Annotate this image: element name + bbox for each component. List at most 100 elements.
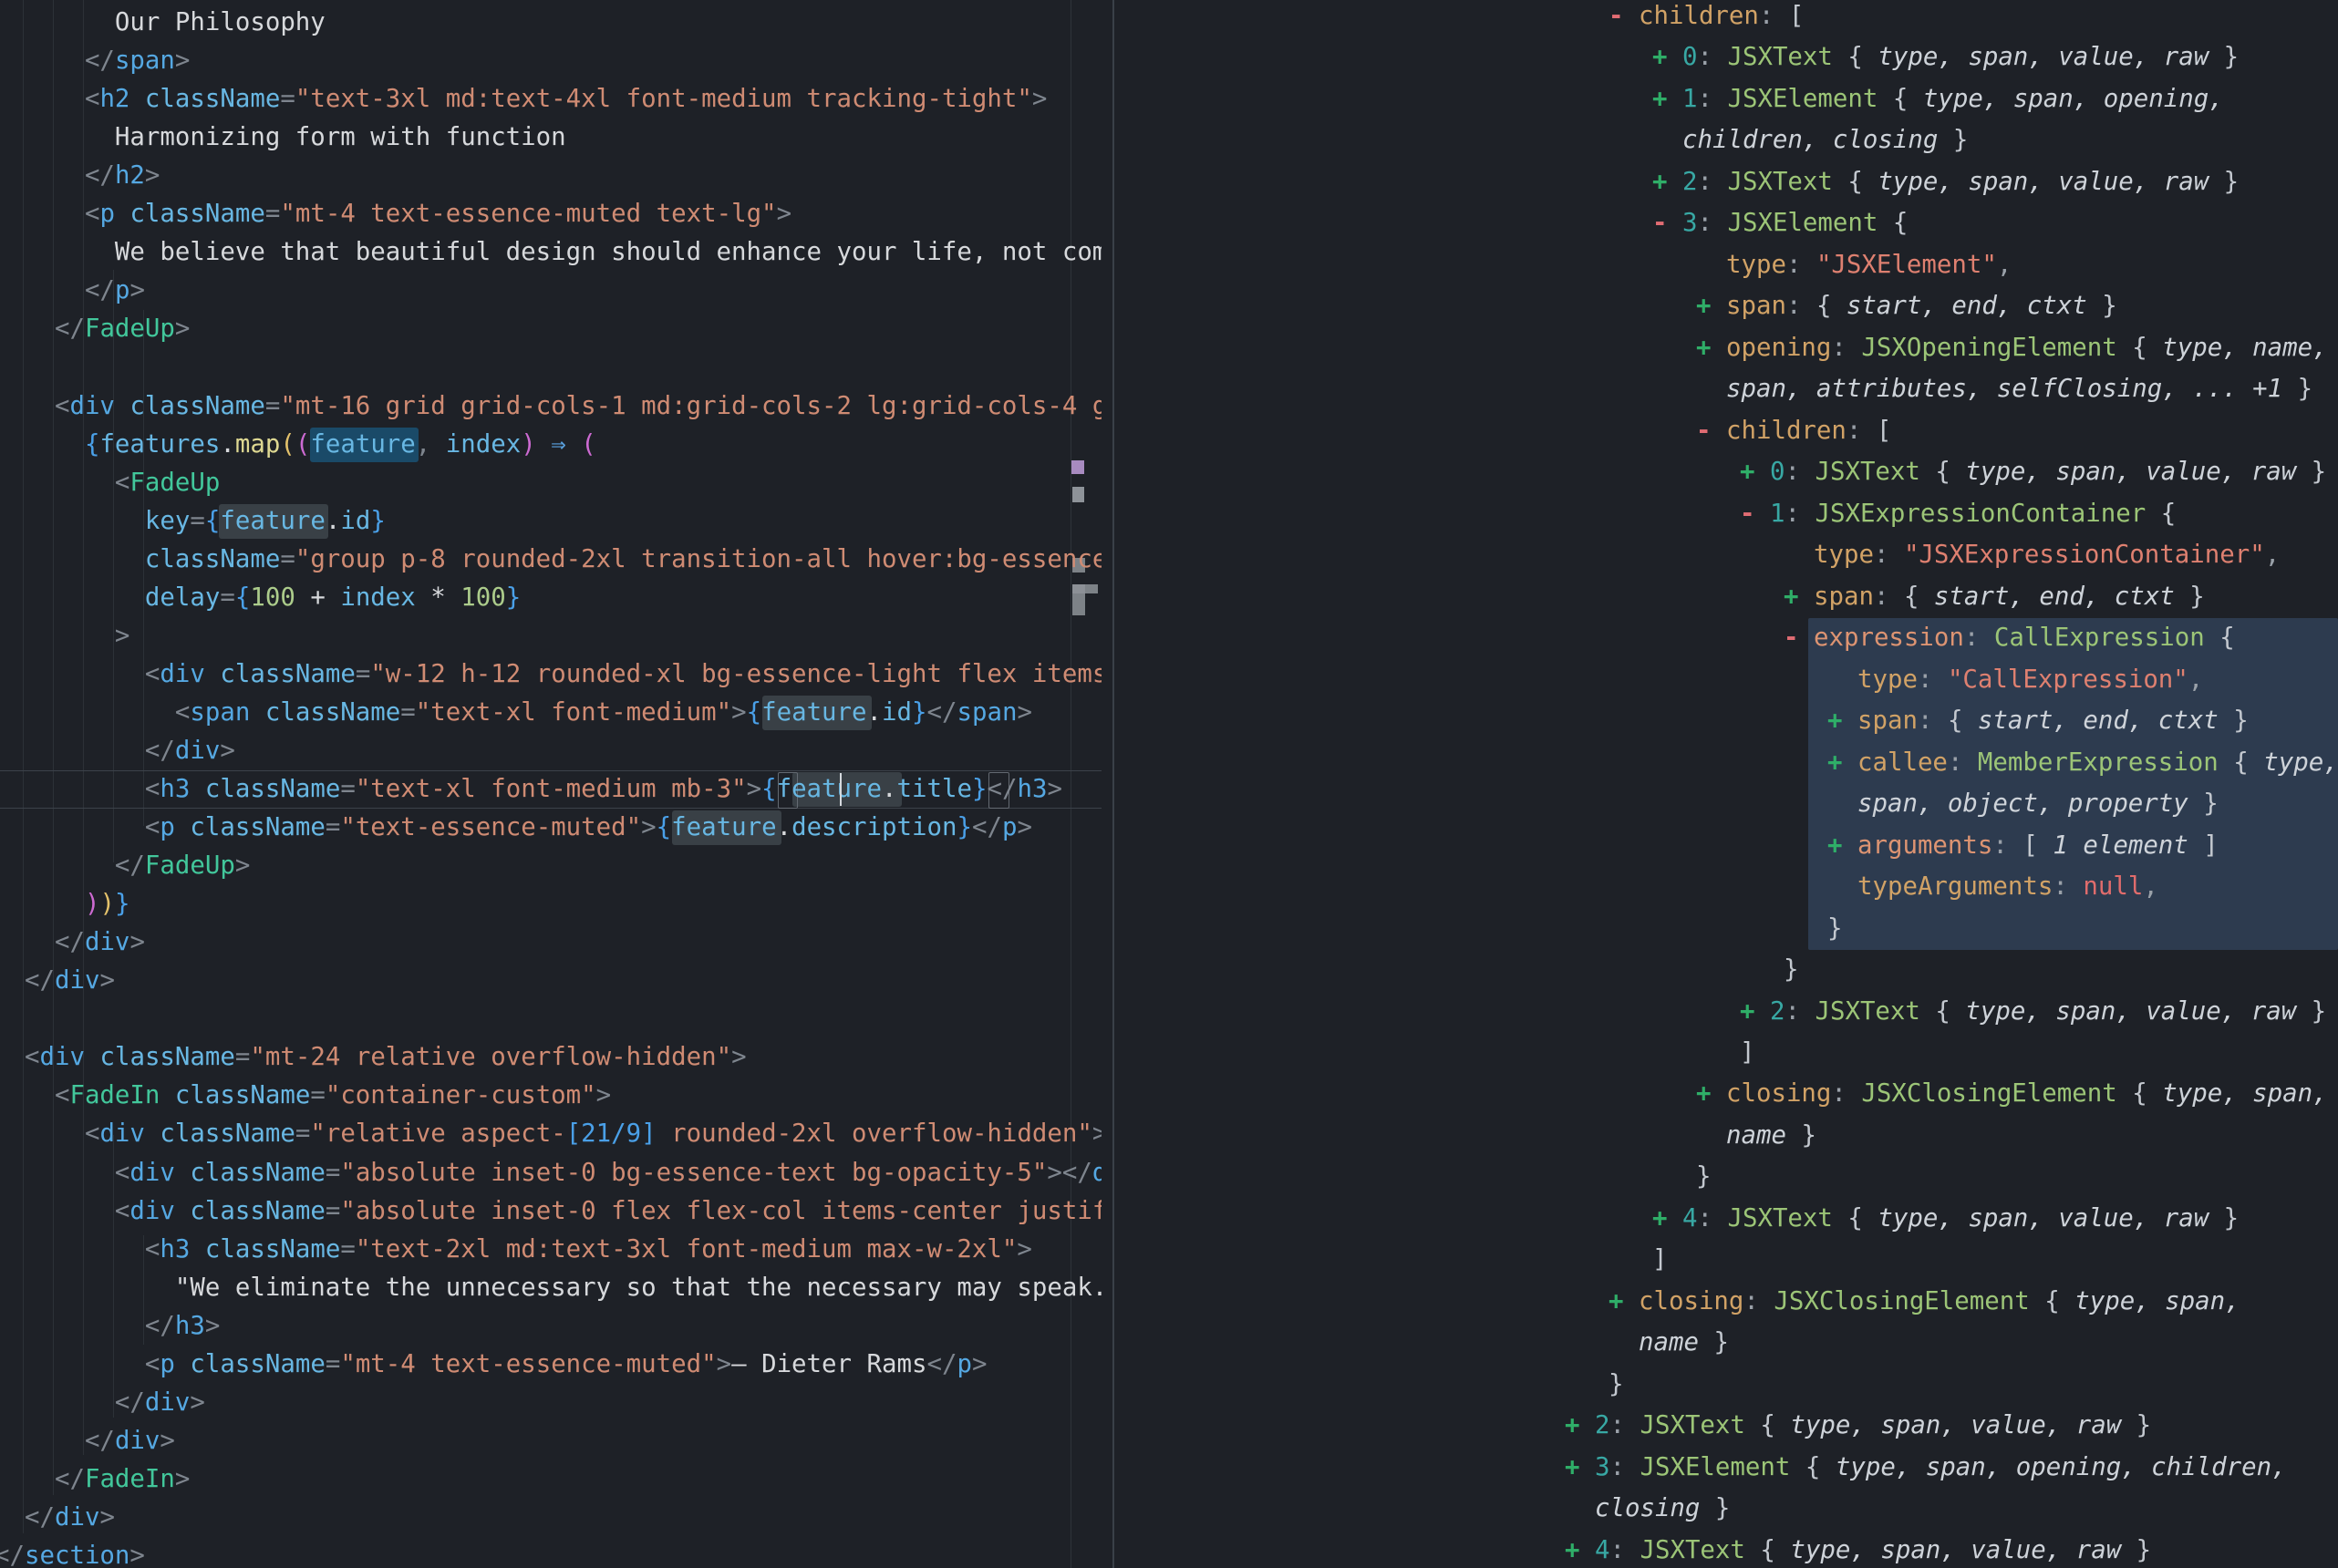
ast-line[interactable]: } [1696, 1156, 1712, 1198]
expand-toggle-icon[interactable]: + [1827, 707, 1857, 735]
ast-line[interactable]: + 0: JSXText { type, span, value, raw } [1740, 451, 2326, 493]
code-line[interactable]: delay={100 + index * 100} [0, 579, 521, 617]
ast-line[interactable]: + opening: JSXOpeningElement { type, nam… [1696, 327, 2328, 369]
code-line[interactable]: <h3 className="text-xl font-medium mb-3"… [0, 770, 1062, 809]
expand-toggle-icon[interactable]: + [1827, 748, 1857, 777]
ast-line[interactable]: span, attributes, selfClosing, ... +1 } [1696, 368, 2312, 410]
code-line[interactable]: </div> [0, 923, 145, 962]
code-line[interactable]: </span> [0, 42, 190, 80]
ast-line[interactable]: children, closing } [1652, 119, 1968, 161]
code-line[interactable]: "We eliminate the unnecessary so that th… [0, 1269, 1102, 1307]
expand-toggle-icon[interactable]: + [1696, 292, 1726, 320]
ast-line[interactable]: - expression: CallExpression { [1784, 617, 2235, 659]
expand-toggle-icon[interactable]: + [1652, 85, 1682, 113]
ast-line[interactable]: + arguments: [ 1 element ] [1827, 825, 2219, 867]
expand-toggle-icon[interactable]: + [1652, 168, 1682, 196]
code-line[interactable]: className="group p-8 rounded-2xl transit… [0, 541, 1102, 579]
expand-toggle-icon[interactable]: + [1565, 1536, 1595, 1564]
ast-line[interactable]: + span: { start, end, ctxt } [1784, 576, 2205, 618]
expand-toggle-icon[interactable]: + [1652, 1204, 1682, 1233]
expand-toggle-icon[interactable]: + [1827, 831, 1857, 860]
ast-line[interactable]: + callee: MemberExpression { type, [1827, 742, 2338, 784]
expand-toggle-icon[interactable]: + [1696, 1079, 1726, 1108]
ast-pane[interactable]: - children: [+ 0: JSXText { type, span, … [1114, 0, 2338, 1568]
code-line[interactable]: Our Philosophy [0, 4, 326, 42]
expand-toggle-icon[interactable]: + [1652, 43, 1682, 71]
expand-toggle-icon[interactable]: + [1565, 1453, 1595, 1481]
expand-toggle-icon[interactable]: + [1784, 583, 1814, 611]
ast-line[interactable]: } [1609, 1364, 1624, 1406]
ast-line[interactable]: + 1: JSXElement { type, span, opening, [1652, 78, 2224, 120]
scrollbar-thumb[interactable] [1072, 584, 1085, 615]
collapse-toggle-icon[interactable]: - [1740, 500, 1770, 528]
code-line[interactable]: <span className="text-xl font-medium">{f… [0, 694, 1032, 732]
ast-line[interactable]: + 2: JSXText { type, span, value, raw } [1740, 991, 2326, 1033]
ast-line[interactable]: ] [1652, 1239, 1668, 1281]
code-line[interactable]: <FadeIn className="container-custom"> [0, 1077, 611, 1115]
ast-line[interactable]: - 3: JSXElement { [1652, 202, 1908, 244]
code-line[interactable]: <FadeUp [0, 464, 220, 502]
code-line[interactable]: </h2> [0, 157, 160, 195]
code-line[interactable]: <div className="mt-16 grid grid-cols-1 m… [0, 387, 1102, 426]
code-line[interactable]: </h3> [0, 1307, 220, 1346]
code-line[interactable]: <p className="mt-4 text-essence-muted">–… [0, 1346, 987, 1384]
ast-line[interactable]: + span: { start, end, ctxt } [1827, 700, 2249, 742]
code-line[interactable]: </div> [0, 1384, 205, 1422]
code-line[interactable]: </section> [0, 1537, 145, 1568]
ast-line[interactable]: ] [1740, 1032, 1755, 1074]
code-line[interactable]: <div className="w-12 h-12 rounded-xl bg-… [0, 655, 1102, 694]
code-line[interactable]: > [0, 617, 129, 655]
code-line[interactable]: <div className="absolute inset-0 bg-esse… [0, 1154, 1102, 1192]
code-line[interactable]: <h2 className="text-3xl md:text-4xl font… [0, 80, 1047, 119]
code-line[interactable]: key={feature.id} [0, 502, 386, 541]
ast-line[interactable]: closing } [1565, 1488, 1730, 1530]
ast-line[interactable]: + closing: JSXClosingElement { type, spa… [1609, 1281, 2240, 1323]
ast-line[interactable]: + 4: JSXText { type, span, value, raw } [1652, 1198, 2239, 1240]
code-line[interactable]: <div className="mt-24 relative overflow-… [0, 1038, 747, 1077]
code-line[interactable]: <div className="relative aspect-[21/9] r… [0, 1115, 1102, 1153]
code-line[interactable]: <div className="absolute inset-0 flex fl… [0, 1192, 1102, 1231]
ast-line[interactable]: + closing: JSXClosingElement { type, spa… [1696, 1073, 2328, 1115]
code-line[interactable]: Harmonizing form with function [0, 119, 566, 157]
ast-line[interactable]: type: "JSXExpressionContainer", [1784, 534, 2280, 576]
ast-line[interactable]: + 2: JSXText { type, span, value, raw } [1652, 161, 2239, 203]
code-line[interactable]: </div> [0, 732, 235, 770]
ast-line[interactable]: name } [1609, 1322, 1729, 1364]
editor-pane[interactable]: Our Philosophy </span> <h2 className="te… [0, 0, 1112, 1568]
code-line[interactable]: </div> [0, 1499, 115, 1537]
expand-toggle-icon[interactable]: + [1740, 458, 1770, 486]
code-line[interactable]: </FadeUp> [0, 310, 190, 348]
ast-line[interactable]: typeArguments: null, [1827, 866, 2158, 908]
code-line[interactable]: <p className="mt-4 text-essence-muted te… [0, 195, 791, 233]
ast-line[interactable]: type: "CallExpression", [1827, 659, 2203, 701]
code-line[interactable]: We believe that beautiful design should … [0, 233, 1102, 272]
collapse-toggle-icon[interactable]: - [1652, 209, 1682, 237]
ast-line[interactable]: + 4: JSXText { type, span, value, raw } [1565, 1530, 2151, 1568]
ast-line[interactable]: + 0: JSXText { type, span, value, raw } [1652, 36, 2239, 78]
ast-line[interactable]: } [1827, 908, 1843, 950]
ast-line[interactable]: type: "JSXElement", [1696, 244, 2012, 286]
code-line[interactable]: ))} [0, 885, 129, 923]
code-line[interactable]: <h3 className="text-2xl md:text-3xl font… [0, 1231, 1032, 1269]
expand-toggle-icon[interactable]: + [1609, 1287, 1639, 1315]
expand-toggle-icon[interactable]: + [1565, 1411, 1595, 1439]
collapse-toggle-icon[interactable]: - [1696, 417, 1726, 445]
code-line[interactable]: </div> [0, 962, 115, 1000]
ast-line[interactable]: - 1: JSXExpressionContainer { [1740, 493, 2176, 535]
pane-divider[interactable] [1112, 0, 1114, 1568]
ast-line[interactable]: - children: [ [1696, 410, 1891, 452]
code-line[interactable]: </FadeIn> [0, 1460, 190, 1499]
ast-line[interactable]: + 3: JSXElement { type, span, opening, c… [1565, 1447, 2287, 1489]
editor-text-area[interactable]: Our Philosophy </span> <h2 className="te… [0, 0, 1102, 1568]
ast-line[interactable]: span, object, property } [1827, 783, 2219, 825]
collapse-toggle-icon[interactable]: - [1609, 2, 1639, 30]
ast-line[interactable]: } [1784, 949, 1799, 991]
expand-toggle-icon[interactable]: + [1740, 997, 1770, 1026]
code-line[interactable]: </p> [0, 272, 145, 310]
ast-line[interactable]: - children: [ [1609, 0, 1804, 37]
expand-toggle-icon[interactable]: + [1696, 334, 1726, 362]
collapse-toggle-icon[interactable]: - [1784, 624, 1814, 652]
ast-line[interactable]: + 2: JSXText { type, span, value, raw } [1565, 1405, 2151, 1447]
ast-line[interactable]: + span: { start, end, ctxt } [1696, 285, 2117, 327]
code-line[interactable]: </FadeUp> [0, 847, 250, 885]
